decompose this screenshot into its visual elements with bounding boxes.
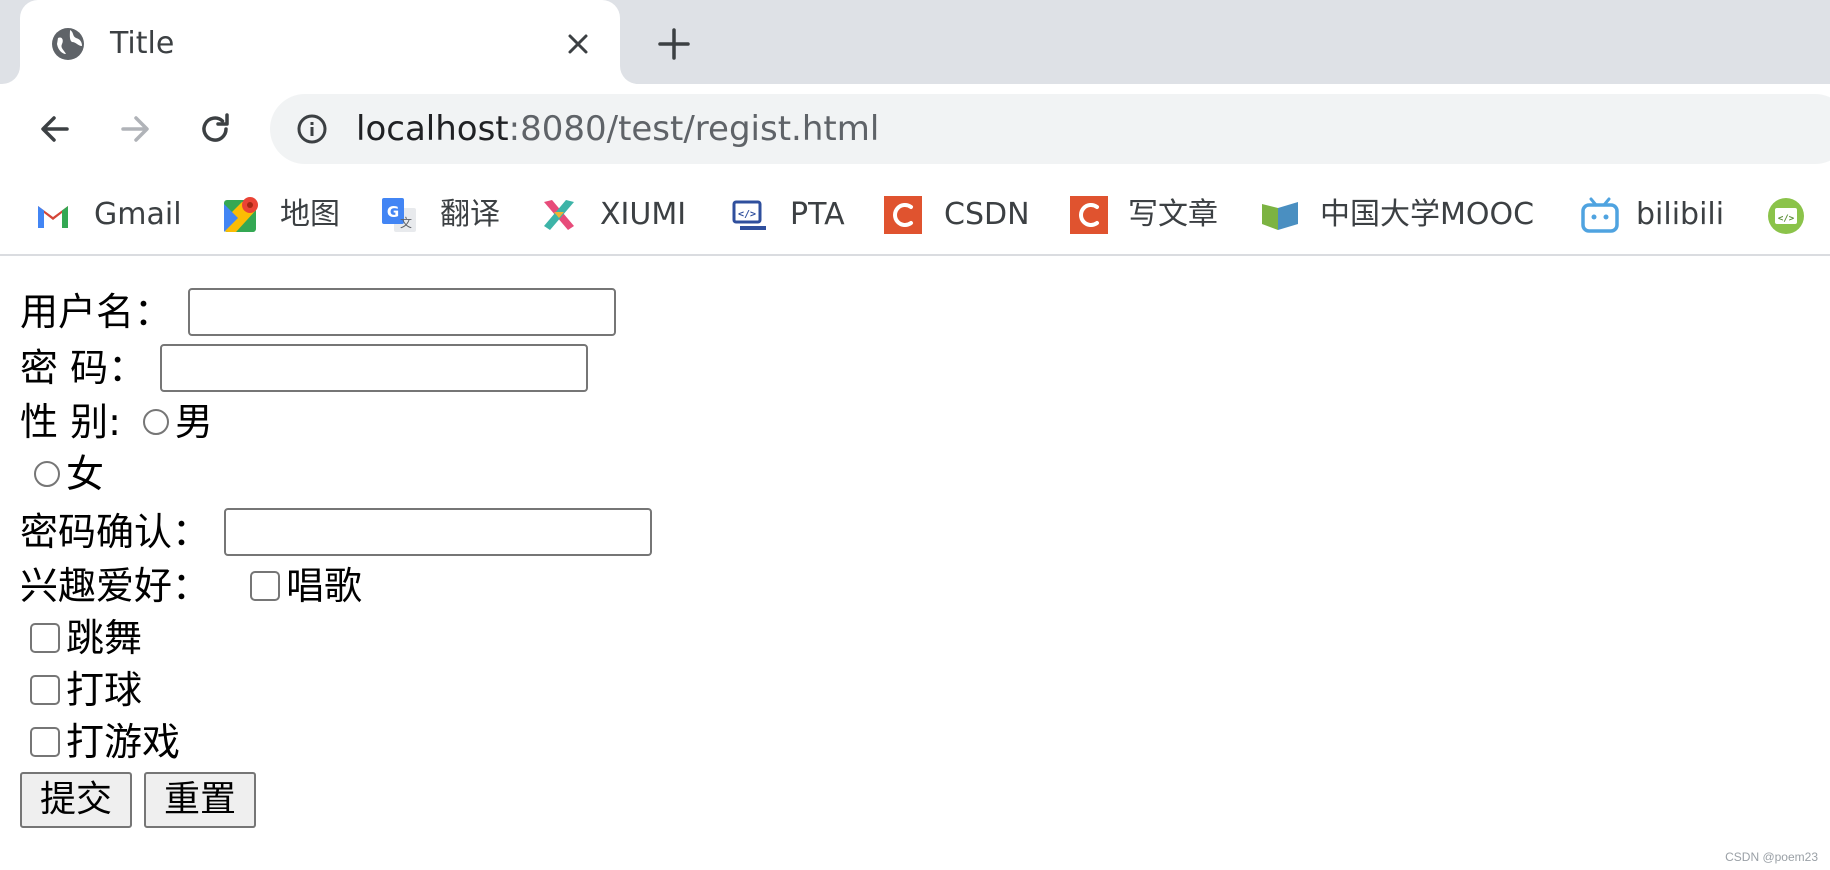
arrow-right-icon	[121, 116, 149, 142]
bookmark-label: PTA	[790, 197, 845, 232]
reload-icon	[202, 113, 229, 142]
watermark: CSDN @poem23	[1725, 850, 1818, 864]
hobby-dance-row: 跳舞	[20, 612, 1810, 664]
bookmark-label: 写文章	[1128, 197, 1218, 232]
svg-text:文: 文	[400, 215, 412, 230]
gmail-icon	[34, 196, 72, 234]
code-icon: </>	[1766, 196, 1804, 234]
confirm-row: 密码确认：	[20, 504, 1810, 560]
reset-button[interactable]: 重置	[144, 772, 257, 828]
close-tab-icon[interactable]	[562, 28, 594, 60]
password-label: 密 码：	[20, 346, 147, 390]
url-path: :8080/test/regist.html	[508, 109, 880, 149]
bilibili-icon	[1580, 196, 1619, 234]
bookmark-label: XIUMI	[600, 197, 687, 232]
hobby-game-label: 打游戏	[66, 720, 181, 764]
translate-icon: G 文	[380, 196, 418, 234]
gender-female-radio[interactable]	[34, 461, 60, 487]
username-row: 用户名：	[20, 284, 1810, 340]
maps-icon	[222, 196, 260, 234]
gender-male-radio[interactable]	[142, 409, 169, 435]
csdn-icon	[1070, 196, 1108, 234]
svg-text:G: G	[387, 203, 399, 221]
bookmark-label: CSDN	[944, 197, 1030, 232]
gender-male-label: 男	[174, 400, 213, 444]
reload-button[interactable]	[192, 106, 238, 152]
hobby-label: 兴趣爱好：	[20, 564, 211, 608]
url-host: localhost	[356, 109, 509, 149]
bookmark-label: bilibili	[1636, 197, 1725, 232]
hobby-sing-checkbox[interactable]	[250, 571, 281, 601]
hobby-dance-checkbox[interactable]	[30, 623, 60, 653]
hobby-dance-label: 跳舞	[66, 616, 143, 660]
hobby-ball-checkbox[interactable]	[30, 675, 60, 705]
bookmark-label: 中国大学MOOC	[1320, 197, 1535, 232]
username-label: 用户名：	[20, 290, 173, 334]
url-text[interactable]: localhost:8080/test/regist.html	[356, 106, 879, 152]
tab-corner-right	[620, 60, 640, 84]
globe-icon	[50, 26, 86, 62]
xiumi-icon	[540, 196, 578, 234]
back-button[interactable]	[32, 106, 78, 152]
svg-text:</>: </>	[738, 209, 756, 220]
hobby-ball-row: 打球	[20, 664, 1810, 716]
mooc-icon	[1260, 196, 1298, 234]
hobby-ball-label: 打球	[66, 668, 143, 712]
pta-icon: </>	[730, 196, 768, 234]
tab-title: Title	[110, 26, 175, 61]
bookmark-devtools[interactable]: </>	[1766, 190, 1816, 238]
bookmark-label: Gmail	[94, 197, 182, 232]
arrow-left-icon	[41, 116, 69, 142]
gender-female-label: 女	[66, 452, 105, 496]
bookmark-label: 地图	[280, 197, 340, 232]
registration-form: 用户名： 密 码： 性 别: 男 女 密码确认： 兴趣爱好： 唱歌 跳舞 打球 …	[20, 278, 1810, 832]
browser-toolbar: localhost:8080/test/regist.html	[0, 84, 1830, 174]
gender-label: 性 别:	[20, 400, 121, 444]
username-input[interactable]	[188, 288, 617, 336]
password-row: 密 码：	[20, 340, 1810, 396]
info-icon[interactable]	[296, 113, 328, 145]
tab-corner-left	[0, 60, 20, 84]
bookmarks-bar: Gmail 地图 G 文 翻译 XIUMI </> PTA CSDN 写文章 中…	[0, 174, 1830, 256]
gender-female-row: 女	[20, 448, 1810, 500]
confirm-password-input[interactable]	[224, 508, 653, 556]
svg-text:</>: </>	[1778, 214, 1795, 224]
forward-button[interactable]	[112, 106, 158, 152]
hobby-sing-label: 唱歌	[286, 564, 363, 608]
hobby-game-row: 打游戏	[20, 716, 1810, 768]
new-tab-button[interactable]	[652, 22, 696, 66]
hobby-row: 兴趣爱好： 唱歌	[20, 560, 1810, 612]
address-bar[interactable]: localhost:8080/test/regist.html	[270, 94, 1830, 164]
submit-button[interactable]: 提交	[20, 772, 133, 828]
button-row: 提交 重置	[20, 768, 1810, 832]
password-input[interactable]	[160, 344, 589, 392]
confirm-password-label: 密码确认：	[20, 510, 211, 554]
gender-row: 性 别: 男	[20, 396, 1810, 448]
bookmark-label: 翻译	[440, 197, 500, 232]
browser-tab[interactable]: Title	[20, 0, 620, 84]
tab-strip: Title	[0, 0, 1830, 84]
csdn-icon	[884, 196, 922, 234]
hobby-game-checkbox[interactable]	[30, 727, 60, 757]
